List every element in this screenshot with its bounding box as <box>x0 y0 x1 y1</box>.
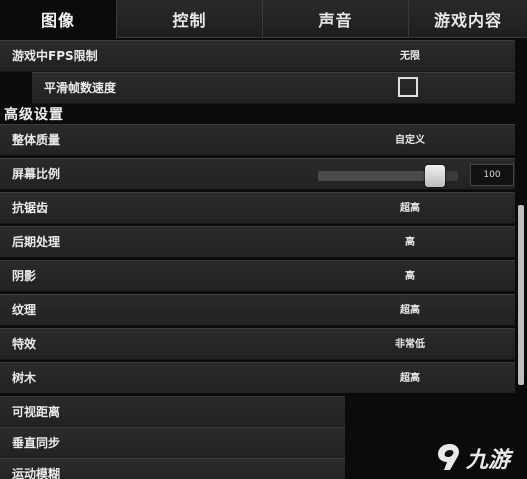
setting-overall-quality[interactable]: 整体质量 自定义 <box>0 124 515 156</box>
setting-label: 特效 <box>12 337 37 351</box>
setting-label: 整体质量 <box>12 133 61 147</box>
setting-value[interactable]: 超高 <box>320 193 500 224</box>
setting-shadows[interactable]: 阴影 高 <box>0 260 515 292</box>
tab-label: 声音 <box>318 10 353 30</box>
tab-bar: 图像 控制 声音 游戏内容 <box>0 0 527 38</box>
setting-effects[interactable]: 特效 非常低 <box>0 328 515 360</box>
watermark-text: 九游 <box>466 448 511 473</box>
setting-label: 可视距离 <box>12 405 61 419</box>
screen-ratio-slider[interactable] <box>318 165 458 187</box>
setting-value[interactable]: 超高 <box>320 363 500 394</box>
setting-value[interactable]: 无限 <box>320 41 500 72</box>
tab-label: 游戏内容 <box>433 10 502 30</box>
setting-label: 后期处理 <box>12 235 61 249</box>
tab-label: 控制 <box>172 10 207 30</box>
tab-label: 图像 <box>40 11 75 30</box>
9game-logo-icon <box>438 444 460 470</box>
scrollbar[interactable] <box>518 205 524 385</box>
setting-trees[interactable]: 树木 超高 <box>0 362 515 394</box>
setting-label: 纹理 <box>12 303 37 317</box>
setting-value[interactable]: 超高 <box>320 295 500 326</box>
section-title: 高级设置 <box>4 107 64 123</box>
slider-fill <box>318 171 435 181</box>
setting-fps-limit[interactable]: 游戏中FPS限制 无限 <box>0 40 515 72</box>
setting-textures[interactable]: 纹理 超高 <box>0 294 515 326</box>
setting-value[interactable]: 非常低 <box>320 329 500 360</box>
setting-value[interactable]: 高 <box>320 261 500 292</box>
setting-label: 抗锯齿 <box>12 201 49 215</box>
tab-graphics[interactable]: 图像 <box>0 0 116 38</box>
screen-ratio-value[interactable]: 100 <box>470 164 514 186</box>
setting-label: 阴影 <box>12 269 37 283</box>
tab-sound[interactable]: 声音 <box>262 0 408 38</box>
setting-screen-ratio[interactable]: 屏幕比例 100 <box>0 158 515 190</box>
slider-thumb[interactable] <box>425 165 445 187</box>
setting-label: 游戏中FPS限制 <box>12 49 98 63</box>
setting-label: 垂直同步 <box>12 436 61 450</box>
setting-antialiasing[interactable]: 抗锯齿 超高 <box>0 192 515 224</box>
setting-label: 平滑帧数速度 <box>44 81 117 95</box>
setting-label: 运动模糊 <box>12 467 61 479</box>
watermark-logo: 九游 <box>436 440 526 474</box>
setting-value[interactable]: 自定义 <box>320 125 500 156</box>
smooth-fps-checkbox[interactable] <box>398 77 418 97</box>
tab-game-content[interactable]: 游戏内容 <box>408 0 527 38</box>
setting-label: 屏幕比例 <box>12 167 61 181</box>
tab-controls[interactable]: 控制 <box>116 0 262 38</box>
setting-smooth-fps[interactable]: 平滑帧数速度 <box>32 72 515 104</box>
setting-label: 树木 <box>12 371 37 385</box>
setting-post-processing[interactable]: 后期处理 高 <box>0 226 515 258</box>
setting-value[interactable]: 高 <box>320 227 500 258</box>
